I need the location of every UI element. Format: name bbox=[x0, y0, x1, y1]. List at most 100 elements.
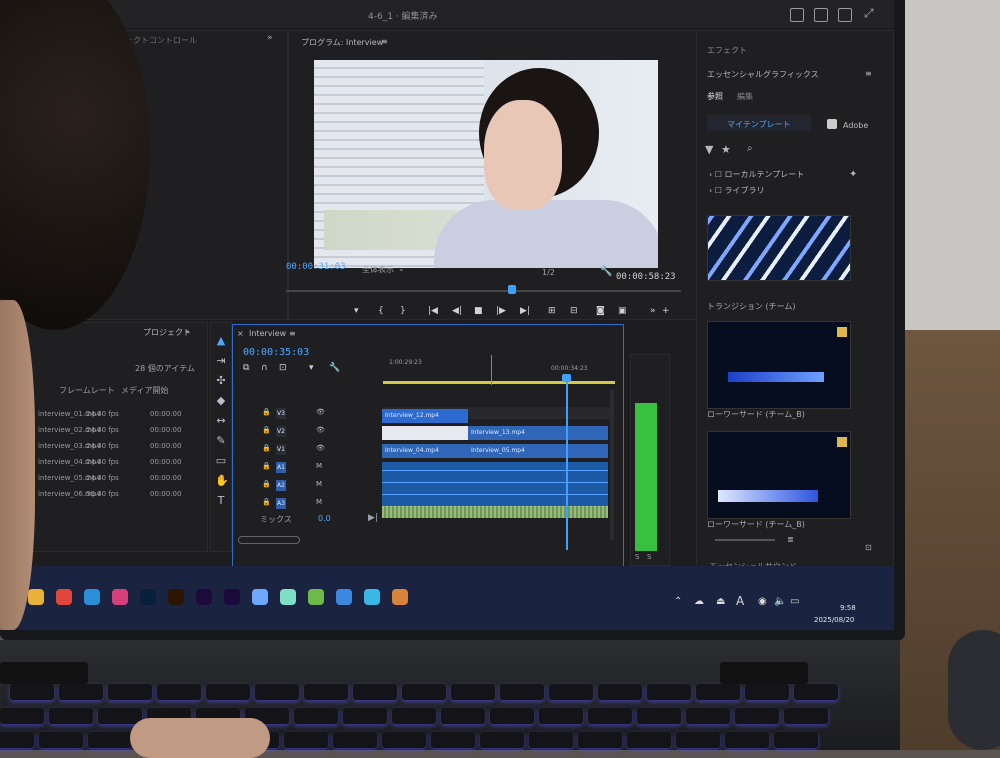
app-icon-4[interactable] bbox=[336, 589, 352, 605]
filter-icon[interactable]: ▼ bbox=[705, 143, 713, 156]
collapse-icon[interactable]: ⤢ bbox=[864, 6, 874, 21]
template-thumbnail-lower-third[interactable] bbox=[707, 321, 851, 409]
tab-browse[interactable]: 参照 bbox=[707, 91, 723, 102]
solo-left[interactable]: S bbox=[635, 553, 639, 561]
stop-icon[interactable]: ■ bbox=[474, 306, 483, 316]
slip-tool-icon[interactable]: ↔ bbox=[215, 415, 227, 427]
program-playhead[interactable] bbox=[508, 285, 516, 294]
export-icon[interactable] bbox=[814, 8, 828, 22]
add-marker-icon[interactable]: ▾ bbox=[309, 363, 314, 373]
clip-v1-a[interactable]: Interview_04.mp4 bbox=[382, 444, 468, 458]
col-framerate-header[interactable]: フレームレート bbox=[59, 385, 115, 396]
program-scrub-bar[interactable] bbox=[286, 290, 681, 292]
program-monitor-title[interactable]: プログラム: Interview bbox=[301, 37, 383, 48]
cloud-icon[interactable]: ☁ bbox=[694, 596, 704, 607]
mark-in-icon[interactable]: { bbox=[378, 306, 384, 316]
eye-icon[interactable]: 👁 bbox=[316, 444, 325, 452]
local-templates-folder[interactable]: › ☐ ローカルテンプレート bbox=[709, 169, 804, 180]
app-icon-6[interactable] bbox=[392, 589, 408, 605]
app-icon-1[interactable] bbox=[252, 589, 268, 605]
star-icon[interactable]: ★ bbox=[721, 143, 731, 156]
camera-icon[interactable]: ◙ bbox=[596, 306, 605, 316]
linked-selection-icon[interactable]: ⊡ bbox=[279, 363, 287, 373]
clip-v2[interactable]: Interview_13.mp4 bbox=[468, 426, 608, 440]
track-label[interactable]: A3 bbox=[276, 498, 286, 509]
mark-out-icon[interactable]: } bbox=[400, 306, 406, 316]
timeline-vertical-scrollbar[interactable] bbox=[610, 390, 614, 540]
volume-icon[interactable]: 🔈 bbox=[774, 596, 786, 607]
instagram-icon[interactable] bbox=[112, 589, 128, 605]
solo-right[interactable]: S bbox=[647, 553, 651, 561]
track-label[interactable]: A2 bbox=[276, 480, 286, 491]
snap-icon[interactable]: ∩ bbox=[261, 363, 268, 373]
effects-tab[interactable]: エフェクト bbox=[707, 45, 747, 56]
add-button-icon[interactable]: + bbox=[662, 306, 670, 316]
after-effects-icon[interactable] bbox=[224, 589, 240, 605]
list-item[interactable]: interview_01.mp4 24.00 fps 00:00:00 bbox=[38, 410, 198, 424]
type-tool-icon[interactable]: T bbox=[215, 495, 227, 507]
premiere-icon[interactable] bbox=[196, 589, 212, 605]
project-panel-title[interactable]: プロジェクト bbox=[143, 327, 191, 338]
program-fit-dropdown[interactable]: 全体表示 bbox=[362, 264, 394, 275]
nest-sequence-icon[interactable]: ⧉ bbox=[243, 363, 249, 373]
col-media-start-header[interactable]: メディア開始 bbox=[121, 385, 168, 396]
timeline-timecode[interactable]: 00:00:35:03 bbox=[243, 347, 309, 358]
timeline-playhead[interactable] bbox=[566, 378, 568, 550]
track-label[interactable]: V3 bbox=[276, 408, 286, 419]
chevron-down-icon[interactable]: ⌄ bbox=[398, 264, 405, 273]
photoshop-icon[interactable] bbox=[140, 589, 156, 605]
clip-v3[interactable]: Interview_12.mp4 bbox=[382, 409, 468, 423]
mute-icon[interactable]: M bbox=[316, 462, 322, 470]
list-item[interactable]: interview_04.mp4 24.00 fps 00:00:00 bbox=[38, 458, 198, 472]
work-area-bar[interactable] bbox=[383, 381, 615, 384]
lock-icon[interactable]: 🔒 bbox=[262, 498, 271, 506]
clip-v1-b[interactable]: Interview_05.mp4 bbox=[468, 444, 608, 458]
close-icon[interactable]: × bbox=[237, 329, 244, 338]
adobe-stock-tab[interactable]: Adobe bbox=[843, 121, 868, 130]
my-templates-button[interactable]: マイテンプレート bbox=[707, 115, 811, 131]
wrench-icon[interactable]: 🔧 bbox=[600, 266, 612, 277]
go-to-in-icon[interactable]: |◀ bbox=[428, 306, 438, 316]
panel-overflow-icon[interactable]: » bbox=[650, 306, 656, 316]
clip-v2-graphic[interactable] bbox=[382, 426, 468, 440]
eye-icon[interactable]: 👁 bbox=[316, 426, 325, 434]
chrome-icon[interactable] bbox=[56, 589, 72, 605]
program-current-timecode[interactable]: 00:00:31:03 bbox=[286, 262, 346, 272]
list-view-icon[interactable]: ≣ bbox=[787, 535, 794, 544]
mix-value[interactable]: 0.0 bbox=[318, 514, 331, 523]
mute-icon[interactable]: M bbox=[316, 480, 322, 488]
list-item[interactable]: interview_06.mp4 30.00 fps 00:00:00 bbox=[38, 490, 198, 504]
thumbnail-size-slider[interactable] bbox=[715, 539, 775, 541]
app-icon-3[interactable] bbox=[308, 589, 324, 605]
extract-icon[interactable]: ⊟ bbox=[570, 306, 578, 316]
selection-tool-icon[interactable]: ▲ bbox=[215, 335, 227, 347]
library-folder[interactable]: › ☐ ライブラリ bbox=[709, 185, 764, 196]
tab-edit[interactable]: 編集 bbox=[737, 91, 753, 102]
share-icon[interactable] bbox=[790, 8, 804, 22]
lift-icon[interactable]: ⊞ bbox=[548, 306, 556, 316]
list-item[interactable]: interview_02.mp4 24.00 fps 00:00:00 bbox=[38, 426, 198, 440]
sequence-tab[interactable]: Interview bbox=[249, 329, 286, 338]
template-thumbnail-transition[interactable] bbox=[707, 215, 851, 281]
eye-icon[interactable]: 👁 bbox=[316, 408, 325, 416]
clock-time[interactable]: 9:58 bbox=[840, 604, 856, 612]
step-forward-icon[interactable]: |▶ bbox=[496, 306, 506, 316]
ripple-edit-tool-icon[interactable]: ✣ bbox=[215, 375, 227, 387]
razor-tool-icon[interactable]: ◆ bbox=[215, 395, 227, 407]
timeline-zoom-scrollbar[interactable] bbox=[238, 536, 300, 544]
ime-indicator[interactable]: A bbox=[736, 594, 744, 608]
lock-icon[interactable]: 🔒 bbox=[262, 426, 271, 434]
lock-icon[interactable]: 🔒 bbox=[262, 444, 271, 452]
add-marker-icon[interactable]: ▾ bbox=[354, 306, 359, 316]
go-to-out-icon[interactable]: ▶| bbox=[520, 306, 530, 316]
app-icon-5[interactable] bbox=[364, 589, 380, 605]
tray-overflow-icon[interactable]: ⌃ bbox=[674, 596, 682, 607]
edge-icon[interactable] bbox=[84, 589, 100, 605]
lock-icon[interactable]: 🔒 bbox=[262, 408, 271, 416]
usb-icon[interactable]: ⏏ bbox=[716, 596, 725, 607]
file-explorer-icon[interactable] bbox=[28, 589, 44, 605]
track-label[interactable]: V2 bbox=[276, 426, 286, 437]
list-item[interactable]: interview_05.mp4 24.00 fps 00:00:00 bbox=[38, 474, 198, 488]
new-item-icon[interactable]: ⊡ bbox=[865, 543, 872, 552]
pen-tool-icon[interactable]: ✎ bbox=[215, 435, 227, 447]
